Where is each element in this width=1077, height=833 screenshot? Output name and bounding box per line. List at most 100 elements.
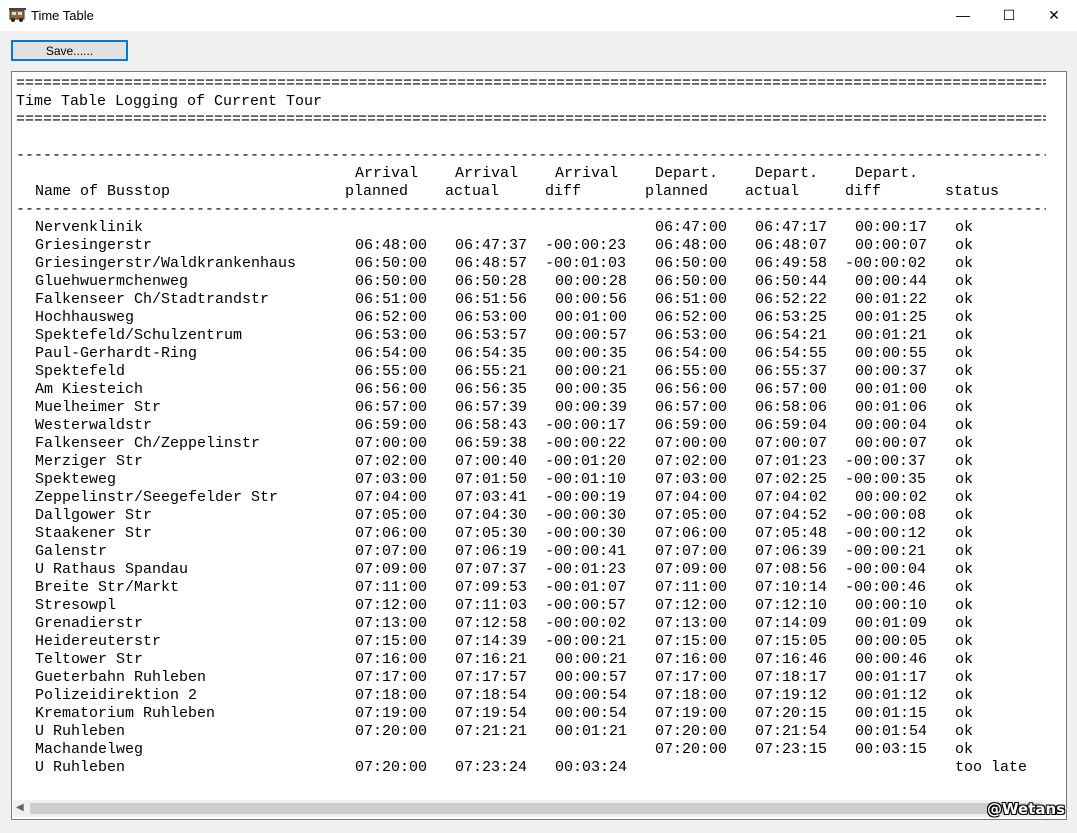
cell-status: ok — [955, 435, 974, 452]
cell-arrival-planned: 06:56:00 — [355, 381, 428, 398]
cell-depart-actual: 06:49:58 — [755, 255, 828, 272]
table-row: Merziger Str 07:02:00 07:00:40 -00:01:20 07:… — [12, 453, 1062, 471]
cell-depart-diff: 00:00:05 — [855, 633, 928, 650]
cell-depart-actual: 06:53:25 — [755, 309, 828, 326]
cell-depart-planned: 06:51:00 — [655, 291, 728, 308]
cell-arrival-planned: 07:20:00 — [355, 723, 428, 740]
cell-depart-planned: 06:47:00 — [655, 219, 728, 236]
single-rule-bottom: ----------------------------------------… — [16, 201, 1046, 218]
cell-depart-diff: 00:01:06 — [855, 399, 928, 416]
header-name: Name of Busstop — [35, 183, 171, 200]
cell-depart-diff: -00:00:02 — [845, 255, 927, 272]
cell-depart-diff: 00:01:25 — [855, 309, 928, 326]
cell-depart-actual: 07:10:14 — [755, 579, 828, 596]
header-status: status — [945, 183, 1000, 200]
cell-arrival-planned: 06:50:00 — [355, 273, 428, 290]
cell-arrival-planned: 07:07:00 — [355, 543, 428, 560]
cell-busstop-name: Spekteweg — [35, 471, 117, 488]
cell-status: ok — [955, 507, 974, 524]
header-arrival-planned: planned — [345, 183, 409, 200]
header-depart-diff: diff — [845, 183, 882, 200]
cell-depart-diff: -00:00:35 — [845, 471, 927, 488]
cell-arrival-actual: 07:16:21 — [455, 651, 528, 668]
cell-arrival-diff: 00:00:28 — [555, 273, 628, 290]
cell-arrival-actual: 06:55:21 — [455, 363, 528, 380]
cell-busstop-name: Spektefeld — [35, 363, 126, 380]
table-row: Teltower Str 07:16:00 07:16:21 00:00:21 07:1… — [12, 651, 1062, 669]
cell-status: ok — [955, 471, 974, 488]
cell-busstop-name: Zeppelinstr/Seegefelder Str — [35, 489, 279, 506]
cell-busstop-name: Muelheimer Str — [35, 399, 162, 416]
cell-arrival-planned: 07:03:00 — [355, 471, 428, 488]
cell-arrival-diff: 00:01:21 — [555, 723, 628, 740]
cell-depart-actual: 06:52:22 — [755, 291, 828, 308]
scroll-left-arrow-icon[interactable]: ◀ — [16, 802, 24, 813]
cell-arrival-actual: 07:04:30 — [455, 507, 528, 524]
cell-depart-actual: 07:12:10 — [755, 597, 828, 614]
cell-depart-actual: 06:55:37 — [755, 363, 828, 380]
cell-arrival-diff: -00:01:23 — [545, 561, 627, 578]
cell-depart-actual: 06:54:55 — [755, 345, 828, 362]
cell-status: ok — [955, 255, 974, 272]
cell-status: ok — [955, 741, 974, 758]
cell-busstop-name: Hochhausweg — [35, 309, 135, 326]
cell-depart-diff: 00:00:55 — [855, 345, 928, 362]
cell-busstop-name: Griesingerstr/Waldkrankenhaus — [35, 255, 297, 272]
minimize-icon: — — [956, 7, 970, 23]
cell-depart-actual: 07:00:07 — [755, 435, 828, 452]
cell-depart-planned: 06:54:00 — [655, 345, 728, 362]
cell-arrival-diff: 00:00:21 — [555, 651, 628, 668]
cell-arrival-diff: -00:00:02 — [545, 615, 627, 632]
cell-arrival-planned: 07:13:00 — [355, 615, 428, 632]
cell-arrival-planned: 07:12:00 — [355, 597, 428, 614]
cell-busstop-name: Spektefeld/Schulzentrum — [35, 327, 243, 344]
cell-depart-actual: 07:01:23 — [755, 453, 828, 470]
table-row: U Rathaus Spandau 07:09:00 07:07:37 -00:01:… — [12, 561, 1062, 579]
cell-busstop-name: U Rathaus Spandau — [35, 561, 189, 578]
header-arrival-actual: actual — [445, 183, 500, 200]
cell-arrival-diff: -00:00:21 — [545, 633, 627, 650]
cell-busstop-name: Griesingerstr — [35, 237, 153, 254]
watermark: @Wetans — [987, 800, 1066, 818]
cell-depart-diff: -00:00:21 — [845, 543, 927, 560]
close-button[interactable]: ✕ — [1031, 0, 1077, 31]
cell-depart-planned: 07:20:00 — [655, 741, 728, 758]
cell-depart-actual: 06:47:17 — [755, 219, 828, 236]
cell-status: ok — [955, 525, 974, 542]
cell-depart-actual: 07:04:52 — [755, 507, 828, 524]
cell-arrival-actual: 06:58:43 — [455, 417, 528, 434]
cell-arrival-diff: 00:00:21 — [555, 363, 628, 380]
horizontal-scrollbar[interactable]: ◀ — [13, 800, 1043, 817]
cell-status: ok — [955, 417, 974, 434]
cell-depart-actual: 07:19:12 — [755, 687, 828, 704]
cell-depart-diff: 00:01:21 — [855, 327, 928, 344]
cell-arrival-planned: 07:06:00 — [355, 525, 428, 542]
minimize-button[interactable]: — — [940, 0, 986, 31]
log-text-area[interactable]: ========================================… — [11, 71, 1067, 820]
cell-depart-diff: 00:00:44 — [855, 273, 928, 290]
cell-depart-actual: 06:57:00 — [755, 381, 828, 398]
cell-status: ok — [955, 561, 974, 578]
maximize-button[interactable]: ☐ — [986, 0, 1032, 31]
table-row: Polizeidirektion 2 07:18:00 07:18:54 00:00:… — [12, 687, 1062, 705]
cell-arrival-diff: 00:00:57 — [555, 669, 628, 686]
cell-busstop-name: Dallgower Str — [35, 507, 153, 524]
cell-status: ok — [955, 615, 974, 632]
cell-arrival-planned: 06:55:00 — [355, 363, 428, 380]
cell-depart-planned: 07:12:00 — [655, 597, 728, 614]
cell-arrival-planned: 07:16:00 — [355, 651, 428, 668]
cell-busstop-name: Nervenklinik — [35, 219, 144, 236]
cell-arrival-diff: 00:00:39 — [555, 399, 628, 416]
cell-arrival-diff: 00:00:54 — [555, 687, 628, 704]
cell-status: ok — [955, 579, 974, 596]
cell-depart-diff: 00:01:54 — [855, 723, 928, 740]
cell-busstop-name: Staakener Str — [35, 525, 153, 542]
cell-arrival-planned: 06:59:00 — [355, 417, 428, 434]
scrollbar-thumb[interactable] — [30, 803, 1040, 814]
cell-busstop-name: Paul-Gerhardt-Ring — [35, 345, 198, 362]
table-row: Westerwaldstr 06:59:00 06:58:43 -00:00:17 06… — [12, 417, 1062, 435]
cell-busstop-name: Gueterbahn Ruhleben — [35, 669, 207, 686]
save-button[interactable]: Save...... — [11, 40, 128, 61]
table-row: Paul-Gerhardt-Ring 06:54:00 06:54:35 00:00:… — [12, 345, 1062, 363]
table-row: Breite Str/Markt 07:11:00 07:09:53 -00:01:0… — [12, 579, 1062, 597]
